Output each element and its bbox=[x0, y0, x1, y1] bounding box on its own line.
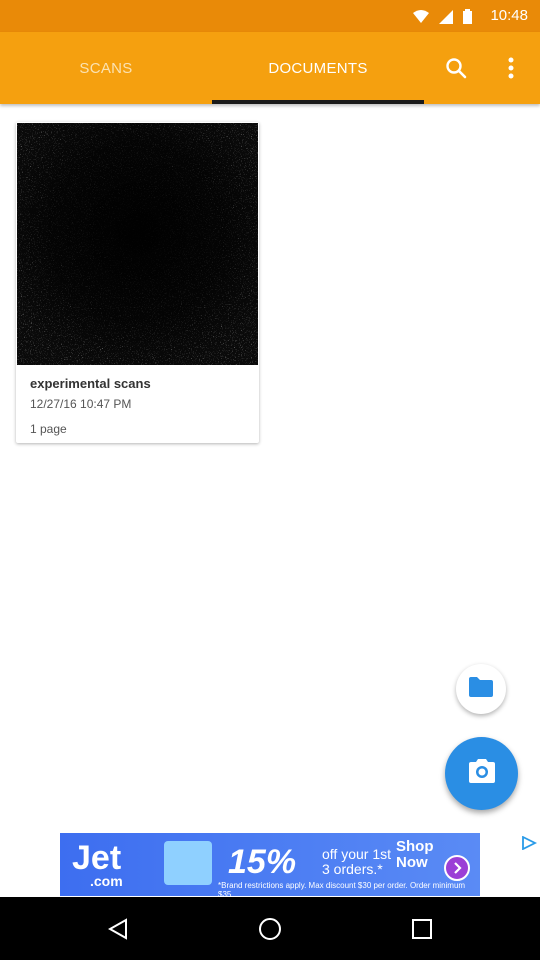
tab-indicator bbox=[212, 100, 424, 104]
camera-icon bbox=[467, 758, 497, 789]
folder-icon bbox=[468, 676, 494, 703]
adchoices-icon[interactable] bbox=[520, 835, 540, 852]
status-bar: 10:48 bbox=[0, 0, 540, 32]
ad-discount: 15% bbox=[228, 843, 297, 881]
signal-icon bbox=[439, 9, 453, 29]
tab-documents[interactable]: DOCUMENTS bbox=[212, 32, 424, 104]
document-thumbnail[interactable] bbox=[17, 123, 258, 365]
recents-icon[interactable] bbox=[406, 913, 438, 945]
document-title: experimental scans bbox=[30, 376, 151, 391]
camera-button[interactable] bbox=[445, 737, 518, 810]
ad-fine-print: *Brand restrictions apply. Max discount … bbox=[218, 881, 466, 896]
document-card[interactable]: experimental scans 12/27/16 10:47 PM 1 p… bbox=[16, 122, 259, 443]
app-bar: SCANS DOCUMENTS bbox=[0, 32, 540, 104]
ad-offer-text: off your 1st 3 orders.* bbox=[322, 846, 392, 877]
search-icon[interactable] bbox=[440, 52, 472, 84]
home-icon[interactable] bbox=[254, 913, 286, 945]
folder-button[interactable] bbox=[456, 664, 506, 714]
ad-shop-now[interactable]: Shop Now bbox=[396, 839, 434, 871]
navigation-bar bbox=[0, 897, 540, 960]
ad-banner[interactable]: Jet .com 15% off your 1st 3 orders.* Sho… bbox=[60, 833, 480, 896]
tab-scans[interactable]: SCANS bbox=[0, 32, 212, 104]
more-vert-icon[interactable] bbox=[495, 52, 527, 84]
status-time: 10:48 bbox=[490, 7, 528, 24]
ad-product-image bbox=[164, 841, 212, 885]
ad-logo-domain: .com bbox=[90, 873, 123, 889]
back-icon[interactable] bbox=[102, 913, 134, 945]
document-page-count: 1 page bbox=[30, 422, 67, 436]
document-date: 12/27/16 10:47 PM bbox=[30, 397, 132, 411]
status-icons bbox=[413, 9, 472, 29]
chevron-right-icon[interactable] bbox=[444, 855, 470, 881]
battery-icon bbox=[463, 9, 472, 29]
wifi-icon bbox=[413, 9, 429, 29]
